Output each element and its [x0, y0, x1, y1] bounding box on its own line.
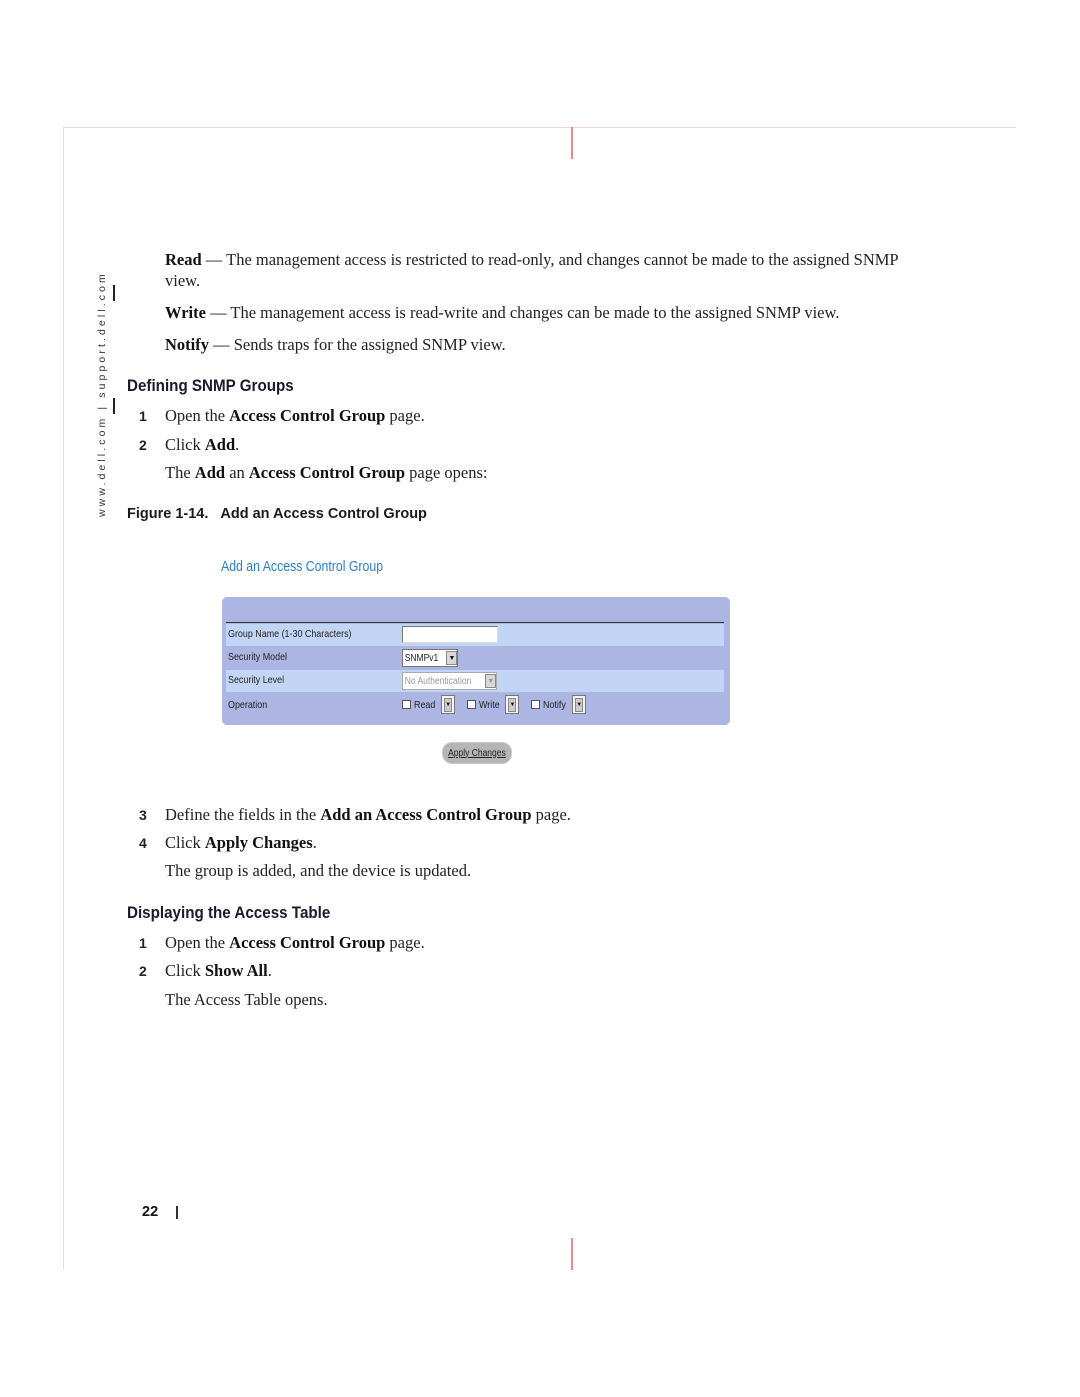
security-level-select[interactable]: No Authentication ▼: [402, 672, 498, 690]
section-heading-displaying-access-table: Displaying the Access Table: [127, 904, 331, 922]
definition-notify: Notify — Sends traps for the assigned SN…: [165, 334, 905, 355]
crop-mark-top: [63, 127, 1016, 128]
security-model-select[interactable]: SNMPv1 ▼: [402, 649, 459, 667]
step-text: Click: [165, 961, 205, 980]
figure-number: Figure 1-14.: [127, 506, 209, 522]
write-view-select[interactable]: ▼: [505, 695, 520, 714]
chevron-down-icon[interactable]: ▼: [446, 651, 458, 665]
chevron-down-icon[interactable]: ▼: [485, 674, 497, 688]
screen-title: Add an Access Control Group: [221, 558, 384, 575]
label-operation: Operation: [228, 699, 268, 711]
step-item: 1 Open the Access Control Group page.: [139, 406, 425, 426]
operation-write: Write ▼: [467, 695, 520, 714]
write-checkbox[interactable]: [467, 700, 477, 709]
definition-text: — The management access is read-write an…: [205, 303, 840, 322]
side-mark-top: [113, 285, 115, 301]
note-text: page opens:: [405, 463, 488, 482]
form-panel: Group Name (1-30 Characters) Security Mo…: [222, 597, 730, 725]
label-security-model: Security Model: [228, 651, 288, 663]
step-text: Click: [165, 833, 205, 852]
notify-view-select[interactable]: ▼: [572, 695, 587, 714]
security-model-value: SNMPv1: [404, 652, 439, 664]
apply-changes-label: Apply Changes: [448, 747, 506, 759]
step-bold: Show All: [204, 961, 268, 980]
side-mark-bottom: [113, 398, 115, 414]
step-text: .: [312, 833, 317, 852]
step-text: Click: [165, 435, 205, 454]
note-text: The: [165, 463, 195, 482]
step-text: page.: [531, 805, 571, 824]
figure-title: Add an Access Control Group: [220, 506, 427, 522]
step-number: 1: [139, 935, 147, 951]
definition-read: Read — The management access is restrict…: [165, 249, 905, 291]
page-number: 22: [142, 1204, 159, 1220]
chevron-down-icon: ▼: [444, 697, 453, 712]
term-notify: Notify: [165, 335, 209, 354]
chevron-down-icon: ▼: [508, 697, 517, 712]
step-text: Define the fields in the: [165, 805, 321, 824]
step-number: 3: [139, 807, 147, 823]
step-number: 2: [139, 437, 147, 453]
notify-checkbox[interactable]: [531, 700, 541, 709]
step-number: 1: [139, 408, 147, 424]
label-security-level: Security Level: [228, 674, 285, 686]
term-write: Write: [165, 303, 206, 322]
step-item: 2 Click Add.: [139, 435, 239, 455]
step-text: .: [267, 961, 272, 980]
row-operation: Operation Read ▼ Write ▼ Notify ▼: [226, 693, 724, 719]
definition-text: — The management access is restricted to…: [165, 250, 898, 290]
notify-label: Notify: [543, 698, 567, 711]
label-group-name: Group Name (1-30 Characters): [228, 628, 352, 640]
crop-tick-bottom: [571, 1238, 573, 1270]
note-bold: Access Control Group: [248, 463, 406, 482]
chevron-down-icon: ▼: [575, 697, 584, 712]
step-item: 3 Define the fields in the Add an Access …: [139, 805, 571, 825]
crop-mark-left: [63, 127, 64, 1270]
step-bold: Access Control Group: [229, 933, 386, 952]
note-bold: Add: [194, 463, 226, 482]
row-security-model: Security Model SNMPv1 ▼: [226, 647, 724, 669]
definition-text: — Sends traps for the assigned SNMP view…: [209, 335, 506, 354]
page-number-divider: [176, 1206, 178, 1219]
step-text: .: [235, 435, 240, 454]
step-note: The group is added, and the device is up…: [165, 861, 472, 880]
side-url: www.dell.com | support.dell.com: [96, 271, 108, 517]
read-checkbox[interactable]: [402, 700, 411, 709]
step-note: The Access Table opens.: [165, 990, 328, 1009]
step-bold: Apply Changes: [204, 833, 313, 852]
section-heading-defining-snmp-groups: Defining SNMP Groups: [127, 377, 294, 395]
apply-changes-button[interactable]: Apply Changes: [442, 742, 512, 764]
figure-caption: Figure 1-14. Add an Access Control Group: [127, 506, 427, 522]
step-bold: Add: [204, 435, 236, 454]
step-item: 2 Click Show All.: [139, 961, 272, 981]
step-item: 1 Open the Access Control Group page.: [139, 933, 425, 953]
read-view-select[interactable]: ▼: [441, 695, 456, 714]
read-label: Read: [414, 698, 436, 711]
form-divider: [226, 622, 724, 623]
step-bold: Access Control Group: [229, 406, 386, 425]
term-read: Read: [165, 250, 202, 269]
row-security-level: Security Level No Authentication ▼: [226, 670, 724, 692]
step-number: 2: [139, 963, 147, 979]
row-group-name: Group Name (1-30 Characters): [226, 624, 724, 646]
step-text: page.: [385, 406, 425, 425]
step-item: 4 Click Apply Changes.: [139, 833, 317, 853]
note-text: an: [225, 463, 249, 482]
group-name-input[interactable]: [402, 626, 498, 643]
step-text: Open the: [165, 933, 230, 952]
step-number: 4: [139, 835, 147, 851]
operation-read: Read ▼: [402, 695, 456, 714]
security-level-value: No Authentication: [404, 675, 472, 687]
step-bold: Add an Access Control Group: [320, 805, 532, 824]
step-text: page.: [385, 933, 425, 952]
step-text: Open the: [165, 406, 230, 425]
operation-notify: Notify ▼: [531, 695, 587, 714]
definition-write: Write — The management access is read-wr…: [165, 302, 905, 323]
step-note: The Add an Access Control Group page ope…: [165, 463, 488, 483]
crop-tick-top: [571, 127, 573, 159]
write-label: Write: [479, 698, 500, 711]
